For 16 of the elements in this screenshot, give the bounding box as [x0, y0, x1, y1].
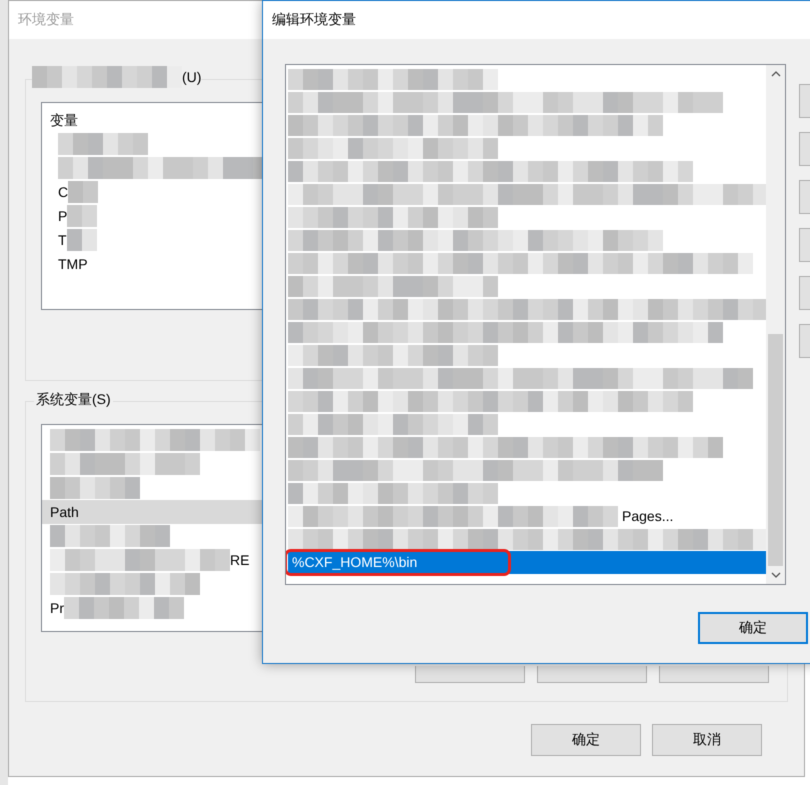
group-label: (U) — [182, 69, 202, 85]
group-label: 系统变量(S) — [34, 391, 113, 409]
list-item[interactable]: C — [58, 180, 68, 204]
list-item[interactable]: Pages... — [618, 507, 678, 526]
dialog-button[interactable]: 确定 — [531, 724, 641, 756]
list-item[interactable]: Path — [50, 500, 79, 524]
list-item[interactable]: P — [58, 204, 68, 228]
window-title: 环境变量 — [18, 11, 74, 29]
column-header: 变量 — [50, 112, 78, 128]
list-item[interactable]: RE — [230, 548, 250, 572]
ok-button[interactable]: 确定 — [698, 612, 808, 644]
dialog-button[interactable]: 取消 — [652, 724, 762, 756]
list-item[interactable]: T — [58, 228, 67, 252]
list-item[interactable]: TMP — [58, 252, 88, 276]
list-item[interactable]: Pr — [50, 596, 64, 620]
dialog-title: 编辑环境变量 — [272, 11, 356, 29]
